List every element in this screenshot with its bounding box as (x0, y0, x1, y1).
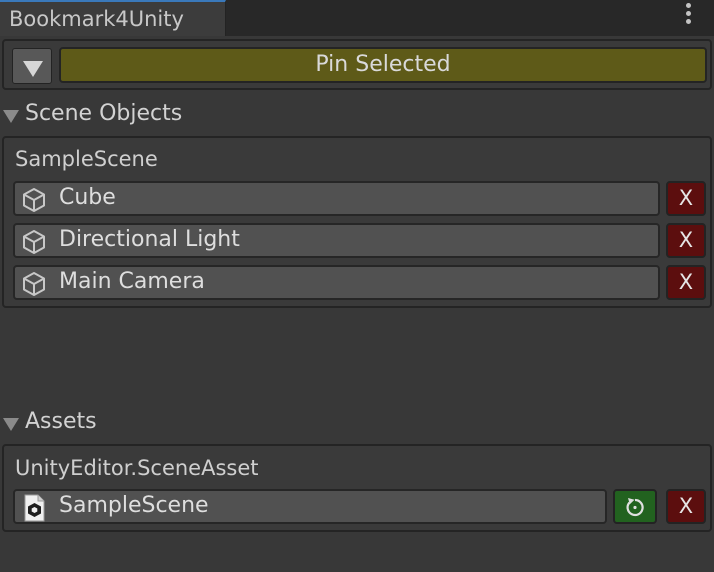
foldout-arrow-icon (3, 418, 19, 431)
refresh-icon (626, 498, 644, 517)
group-title: SampleScene (15, 147, 158, 171)
foldout-arrow-icon (3, 110, 19, 123)
section-header-scene-objects[interactable]: Scene Objects (0, 101, 200, 129)
remove-button[interactable]: X (666, 181, 706, 216)
cube-icon (23, 272, 45, 296)
toolbar: Pin Selected (2, 39, 712, 90)
assets-group: UnityEditor.SceneAsset SampleScene X (2, 444, 712, 532)
tab-bookmark4unity[interactable]: Bookmark4Unity (0, 0, 226, 36)
triangle-down-icon (23, 61, 43, 77)
section-label: Scene Objects (25, 101, 183, 126)
list-item-label: Main Camera (59, 269, 205, 294)
scene-objects-group: SampleScene Cube X Directional Light X M… (2, 136, 712, 308)
list-item-label: Cube (59, 185, 116, 210)
section-header-assets[interactable]: Assets (0, 409, 160, 437)
remove-button[interactable]: X (666, 489, 706, 524)
tab-title: Bookmark4Unity (9, 7, 184, 31)
dropdown-button[interactable] (12, 48, 52, 84)
cube-icon (23, 188, 45, 212)
kebab-menu-icon[interactable] (680, 3, 696, 29)
list-item[interactable]: Main Camera (13, 265, 660, 300)
list-item-label: SampleScene (59, 493, 209, 518)
list-item[interactable]: Directional Light (13, 223, 660, 258)
unity-scene-icon (24, 494, 45, 522)
tab-bar: Bookmark4Unity (0, 0, 714, 36)
cube-icon (23, 230, 45, 254)
list-item-label: Directional Light (59, 227, 240, 252)
remove-button[interactable]: X (666, 223, 706, 258)
group-title: UnityEditor.SceneAsset (15, 456, 259, 480)
list-item[interactable]: Cube (13, 181, 660, 216)
remove-button[interactable]: X (666, 265, 706, 300)
section-label: Assets (25, 409, 97, 434)
list-item[interactable]: SampleScene (13, 489, 607, 524)
reload-button[interactable] (613, 489, 657, 524)
pin-selected-button[interactable]: Pin Selected (59, 47, 707, 83)
